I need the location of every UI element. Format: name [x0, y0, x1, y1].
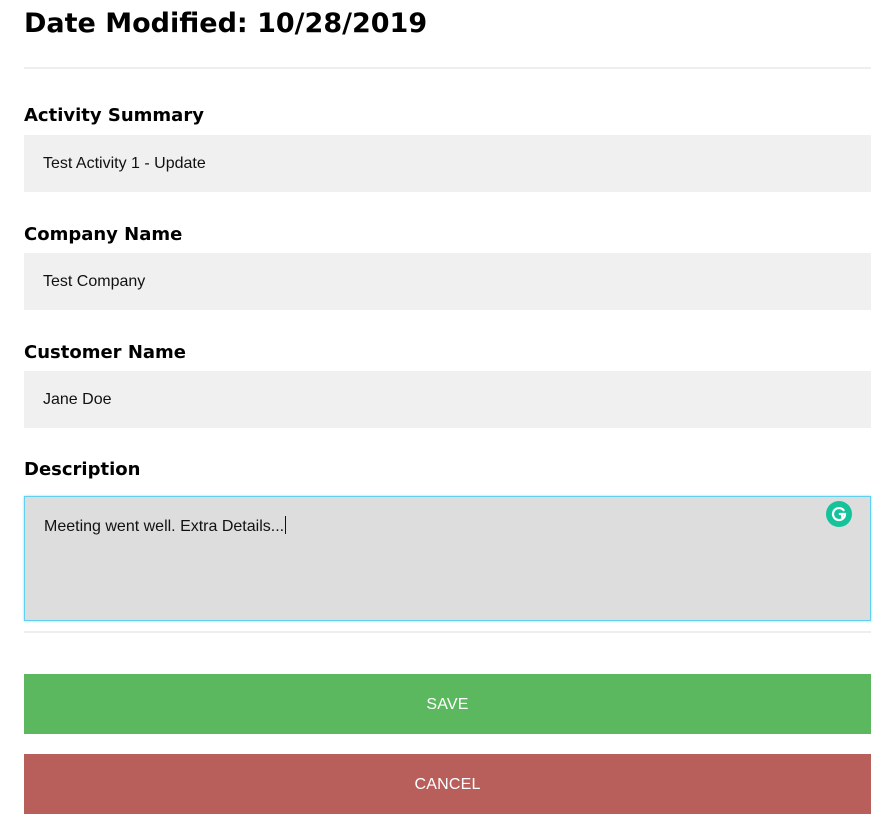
grammarly-icon[interactable] — [826, 501, 852, 527]
activity-summary-value: Test Activity 1 - Update — [43, 154, 206, 172]
activity-summary-input[interactable]: Test Activity 1 - Update — [24, 135, 871, 192]
description-textarea[interactable]: Meeting went well. Extra Details... — [24, 496, 871, 621]
text-caret — [285, 516, 287, 534]
company-name-input[interactable]: Test Company — [24, 253, 871, 310]
form-divider — [24, 631, 871, 633]
customer-name-label: Customer Name — [24, 342, 186, 363]
customer-name-value: Jane Doe — [43, 390, 112, 408]
activity-summary-label: Activity Summary — [24, 105, 204, 126]
customer-name-input[interactable]: Jane Doe — [24, 371, 871, 428]
description-value: Meeting went well. Extra Details... — [44, 518, 285, 535]
company-name-label: Company Name — [24, 224, 183, 245]
description-label: Description — [24, 459, 141, 480]
company-name-value: Test Company — [43, 272, 146, 290]
save-button[interactable]: SAVE — [24, 674, 871, 734]
cancel-button[interactable]: CANCEL — [24, 754, 871, 814]
header-divider — [24, 67, 871, 69]
page-title: Date Modified: 10/28/2019 — [24, 8, 428, 39]
